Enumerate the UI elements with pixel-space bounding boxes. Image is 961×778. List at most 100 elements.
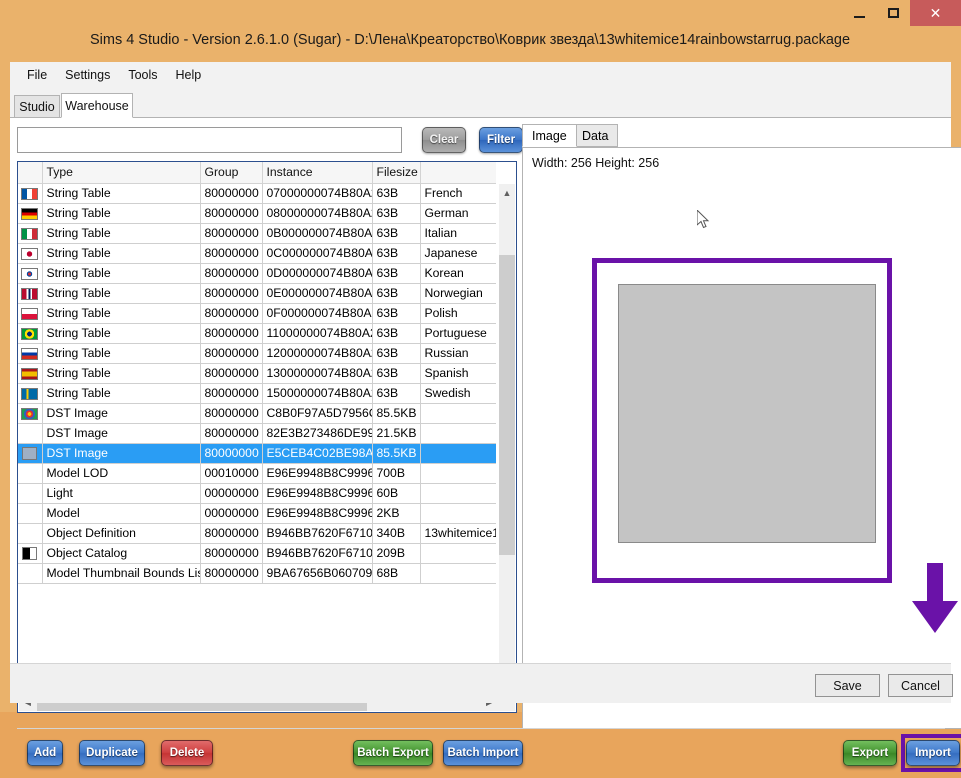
row-instance: E96E9948B8C9996D: [262, 463, 373, 484]
table-row[interactable]: Model 00000000 E96E9948B8C9996D 2KB: [18, 503, 496, 524]
save-button[interactable]: Save: [815, 674, 880, 697]
clear-button[interactable]: Clear: [422, 127, 466, 153]
row-type-icon: [18, 383, 43, 404]
row-type: String Table: [42, 223, 201, 244]
row-type-icon: [18, 503, 43, 524]
footer-bar: Save Cancel: [10, 663, 953, 703]
export-button[interactable]: Export: [843, 740, 897, 766]
vertical-scroll-thumb[interactable]: [499, 255, 515, 555]
menu-item-help[interactable]: Help: [167, 65, 211, 85]
table-header-row: Type Group Instance Filesize: [18, 162, 496, 184]
delete-button[interactable]: Delete: [161, 740, 213, 766]
table-vertical-scrollbar[interactable]: ▲ ▼: [499, 184, 515, 694]
table-row[interactable]: String Table 80000000 15000000074B80A2 63B S…: [18, 383, 496, 404]
table-row[interactable]: DST Image80000000C8B0F97A5D7956CB85.5KB: [18, 403, 496, 424]
row-name: [420, 503, 496, 524]
filter-button[interactable]: Filter: [479, 127, 523, 153]
row-group: 80000000: [200, 443, 263, 464]
table-body: String Table 80000000 07000000074B80A2 63B F…: [18, 183, 496, 584]
menu-item-tools[interactable]: Tools: [119, 65, 166, 85]
table-row[interactable]: String Table 80000000 0E000000074B80A2 63B N…: [18, 283, 496, 304]
table-row[interactable]: String Table 80000000 0F000000074B80A2 63B P…: [18, 303, 496, 324]
minimize-button[interactable]: [842, 0, 876, 26]
tab-data[interactable]: Data: [572, 124, 619, 147]
table-row[interactable]: Model LOD 00010000 E96E9948B8C9996D 700B: [18, 463, 496, 484]
maximize-icon: [887, 8, 899, 18]
table-row[interactable]: String Table 80000000 0B000000074B80A2 63B I…: [18, 223, 496, 244]
row-type: String Table: [42, 203, 201, 224]
row-group: 00000000: [200, 503, 263, 524]
row-type: String Table: [42, 263, 201, 284]
search-input[interactable]: [17, 127, 402, 153]
table-row[interactable]: DST Image80000000E5CEB4C02BE98A2C85.5KB: [18, 443, 496, 464]
row-type: String Table: [42, 183, 201, 204]
row-group: 00010000: [200, 463, 263, 484]
sweden-flag-icon: [21, 387, 39, 400]
add-button[interactable]: Add: [27, 740, 63, 766]
row-instance: E96E9948B8C9996D: [262, 503, 373, 524]
row-filesize: 340B: [372, 523, 421, 544]
table-row[interactable]: String Table 80000000 08000000074B80A2 63B G…: [18, 203, 496, 224]
column-header-type[interactable]: Type: [42, 162, 201, 184]
korea-flag-icon: [21, 267, 39, 280]
row-instance: 0D000000074B80A2: [262, 263, 373, 284]
batch-export-button[interactable]: Batch Export: [353, 740, 433, 766]
table-row[interactable]: Model Thumbnail Bounds List 80000000 9BA67…: [18, 563, 496, 584]
row-instance: 15000000074B80A2: [262, 383, 373, 404]
table-row[interactable]: String Table 80000000 13000000074B80A2 63B S…: [18, 363, 496, 384]
close-button[interactable]: ✕: [910, 0, 961, 26]
poland-flag-icon: [21, 307, 39, 320]
menu-item-file[interactable]: File: [18, 65, 56, 85]
duplicate-button[interactable]: Duplicate: [79, 740, 145, 766]
row-type-icon: [18, 323, 43, 344]
batch-import-button[interactable]: Batch Import: [443, 740, 523, 766]
row-filesize: 63B: [372, 283, 421, 304]
row-name: Portuguese: [420, 323, 496, 344]
row-group: 80000000: [200, 523, 263, 544]
row-group: 80000000: [200, 423, 263, 444]
row-name: German: [420, 203, 496, 224]
tab-image[interactable]: Image: [522, 124, 577, 147]
row-type: Object Catalog: [42, 543, 201, 564]
table-row[interactable]: String Table 80000000 0D000000074B80A2 63B K…: [18, 263, 496, 284]
row-filesize: 63B: [372, 363, 421, 384]
search-toolbar: Clear Filter: [17, 127, 523, 155]
menu-item-settings[interactable]: Settings: [56, 65, 119, 85]
cancel-button[interactable]: Cancel: [888, 674, 953, 697]
table-row[interactable]: Light 00000000 E96E9948B8C9996D 60B: [18, 483, 496, 504]
row-group: 80000000: [200, 263, 263, 284]
row-type-icon: [18, 483, 43, 504]
row-name: [420, 463, 496, 484]
row-instance: 12000000074B80A2: [262, 343, 373, 364]
table-row[interactable]: String Table 80000000 0C000000074B80A2 63B J…: [18, 243, 496, 264]
germany-flag-icon: [21, 207, 39, 220]
row-instance: B946BB7620F67104: [262, 523, 373, 544]
column-header-group[interactable]: Group: [200, 162, 263, 184]
table-row[interactable]: Object Definition 80000000 B946BB7620F6710…: [18, 523, 496, 544]
thumb-flag-icon: [21, 407, 39, 420]
tab-warehouse[interactable]: Warehouse: [61, 93, 133, 118]
row-filesize: 2KB: [372, 503, 421, 524]
column-header-instance[interactable]: Instance: [262, 162, 373, 184]
scroll-up-icon[interactable]: ▲: [499, 184, 515, 201]
row-group: 80000000: [200, 303, 263, 324]
maximize-button[interactable]: [876, 0, 910, 26]
table-row[interactable]: Object Catalog 80000000 B946BB7620F67104 20…: [18, 543, 496, 564]
table-row[interactable]: String Table 80000000 11000000074B80A2 63B P…: [18, 323, 496, 344]
column-header-filesize[interactable]: Filesize: [372, 162, 421, 184]
table-row[interactable]: DST Image 80000000 82E3B273486DE992 21.5KB: [18, 423, 496, 444]
row-type-icon: [18, 363, 43, 384]
column-header-name[interactable]: [420, 162, 496, 184]
table-row[interactable]: String Table 80000000 07000000074B80A2 63B F…: [18, 183, 496, 204]
close-icon: ✕: [929, 4, 942, 21]
table-row[interactable]: String Table 80000000 12000000074B80A2 63B R…: [18, 343, 496, 364]
tab-studio[interactable]: Studio: [14, 95, 60, 118]
row-name: [420, 443, 496, 464]
annotation-down-arrow-icon: [912, 563, 958, 633]
row-type: DST Image: [42, 403, 201, 424]
blackwhite-flag-icon: [22, 547, 38, 561]
row-type: String Table: [42, 343, 201, 364]
import-button[interactable]: Import: [906, 740, 960, 766]
column-header-icon[interactable]: [18, 162, 43, 184]
row-group: 00000000: [200, 483, 263, 504]
